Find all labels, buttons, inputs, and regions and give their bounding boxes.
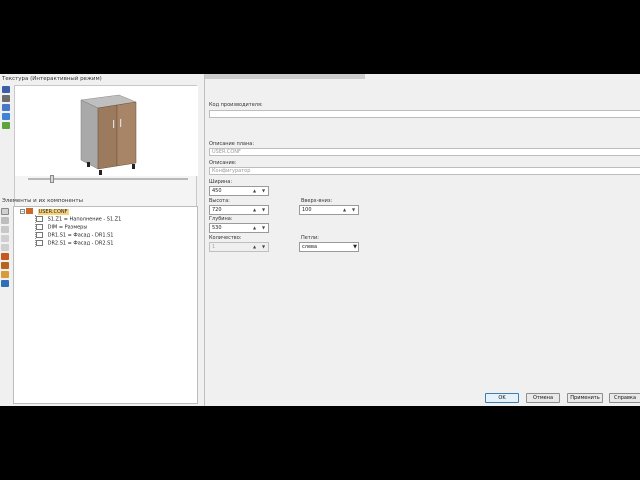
top-bottom-value: 100	[302, 207, 312, 213]
structure-icon[interactable]	[1, 226, 9, 233]
spin-down-icon[interactable]: ▼	[259, 206, 268, 214]
height-stepper[interactable]: 720 ▲ ▼	[209, 205, 269, 215]
ok-button[interactable]: OK	[485, 393, 519, 403]
tree-item-label: S1.Z1 = Наполнение - S1.Z1	[47, 216, 122, 223]
manufacturer-code-field[interactable]	[209, 110, 640, 118]
spin-up-icon: ▲	[252, 244, 257, 249]
pencil-icon[interactable]	[1, 271, 9, 278]
tree-item-label: USER.CONF	[37, 208, 69, 215]
hinges-value: слева	[302, 244, 318, 250]
depth-stepper[interactable]: 530 ▲ ▼	[209, 223, 269, 233]
add-icon[interactable]	[1, 208, 9, 215]
plan-desc-label: Описание плана:	[209, 141, 254, 147]
height-value: 720	[212, 207, 222, 213]
component-icon	[36, 232, 43, 238]
depth-label: Глубина:	[209, 216, 233, 222]
properties-panel: Код производителя: Описание плана: USER.…	[204, 74, 640, 406]
layers-icon[interactable]	[2, 113, 10, 120]
preview-canvas[interactable]	[15, 86, 198, 176]
top-bottom-label: Вверх-вниз:	[301, 198, 333, 204]
tree-item-label: DR2.S1 = Фасад - DR2.S1	[47, 240, 114, 247]
spin-down-icon[interactable]: ▼	[349, 206, 358, 214]
spin-up-icon[interactable]: ▲	[250, 206, 259, 214]
manufacturer-code-label: Код производителя:	[209, 102, 263, 108]
component-icon	[36, 240, 43, 246]
cabinet-icon	[26, 208, 33, 214]
cancel-button[interactable]: Отмена	[526, 393, 560, 403]
spin-down-icon[interactable]: ▼	[259, 224, 268, 232]
help-button[interactable]: Справка	[609, 393, 640, 403]
tree-item-label: DR1.S1 = Фасад - DR1.S1	[47, 232, 114, 239]
tree-item-filling[interactable]: S1.Z1 = Наполнение - S1.Z1	[36, 216, 121, 223]
preview-title: Текстура (Интерактивный режим)	[2, 76, 102, 82]
component-icon	[36, 216, 43, 222]
save-icon[interactable]	[2, 86, 10, 93]
edit-icon[interactable]	[1, 262, 9, 269]
spin-up-icon[interactable]: ▲	[250, 224, 259, 232]
apply-button[interactable]: Применить	[567, 393, 603, 403]
spin-up-icon[interactable]: ▲	[340, 206, 349, 214]
desc-label: Описание:	[209, 160, 237, 166]
copy-icon[interactable]	[1, 217, 9, 224]
width-value: 450	[212, 188, 222, 194]
desc-field[interactable]: Конфигуратор	[209, 167, 640, 175]
move-down-icon[interactable]	[1, 244, 9, 251]
hinges-label: Петли:	[301, 235, 319, 241]
preview-toolbar	[2, 86, 12, 131]
quantity-label: Количество:	[209, 235, 242, 241]
quantity-stepper: 1 ▲ ▼	[209, 242, 269, 252]
refresh-icon[interactable]	[2, 122, 10, 129]
top-bottom-stepper[interactable]: 100 ▲ ▼	[299, 205, 359, 215]
chevron-down-icon[interactable]: ▼	[353, 243, 357, 251]
height-label: Высота:	[209, 198, 230, 204]
texture-slider-thumb[interactable]	[50, 175, 54, 183]
tree-item-root[interactable]: − USER.CONF	[17, 208, 69, 215]
print-icon[interactable]	[2, 95, 10, 102]
hinges-select[interactable]: слева ▼	[299, 242, 359, 252]
quantity-value: 1	[212, 244, 216, 250]
collapse-icon[interactable]: −	[20, 209, 25, 214]
module-icon[interactable]	[1, 253, 9, 260]
spin-down-icon[interactable]: ▼	[259, 187, 268, 195]
tree-item-label: DIM = Размеры	[47, 224, 88, 231]
plan-desc-field[interactable]: USER.CONF	[209, 148, 640, 156]
cabinet-3d-preview	[80, 94, 137, 175]
tree-toolbar	[1, 208, 11, 289]
tree-title: Элементы и их компоненты	[2, 198, 83, 204]
view-icon[interactable]	[2, 104, 10, 111]
spin-down-icon: ▼	[261, 244, 266, 249]
width-label: Ширина:	[209, 179, 233, 185]
tag-icon[interactable]	[1, 280, 9, 287]
tab-strip[interactable]	[205, 74, 365, 79]
components-tree[interactable]: − USER.CONF S1.Z1 = Наполнение - S1.Z1 D…	[13, 206, 198, 404]
width-stepper[interactable]: 450 ▲ ▼	[209, 186, 269, 196]
spin-up-icon[interactable]: ▲	[250, 187, 259, 195]
tree-item-facade-1[interactable]: DR1.S1 = Фасад - DR1.S1	[36, 232, 113, 239]
component-icon	[36, 224, 43, 230]
tree-item-facade-2[interactable]: DR2.S1 = Фасад - DR2.S1	[36, 240, 113, 247]
configurator-window: Текстура (Интерактивный режим) Элементы …	[0, 74, 640, 406]
tree-item-dimensions[interactable]: DIM = Размеры	[36, 224, 87, 231]
depth-value: 530	[212, 225, 222, 231]
move-up-icon[interactable]	[1, 235, 9, 242]
